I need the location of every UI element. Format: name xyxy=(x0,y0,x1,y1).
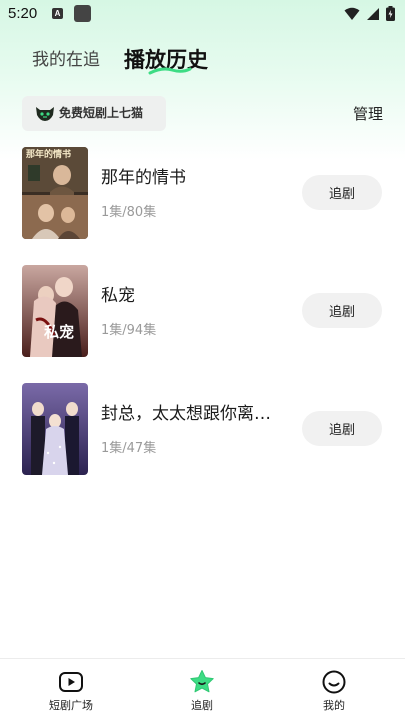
status-indicators xyxy=(344,6,395,21)
manage-button[interactable]: 管理 xyxy=(353,104,383,124)
bottom-navigation: 短剧广场 追剧 我的 xyxy=(0,658,405,721)
follow-drama-button[interactable]: 追剧 xyxy=(302,175,382,210)
nav-label: 短剧广场 xyxy=(49,699,93,712)
drama-cover[interactable]: 那年的情书 xyxy=(22,147,88,239)
smile-icon xyxy=(322,670,346,694)
nav-label: 我的 xyxy=(323,699,345,712)
episode-progress: 1集/94集 xyxy=(101,323,157,338)
notification-app-icon xyxy=(74,5,91,22)
cover-title: 私宠 xyxy=(44,323,75,341)
drama-title: 私宠 xyxy=(101,286,135,306)
active-tab-indicator xyxy=(148,67,192,75)
seven-cat-logo-icon xyxy=(36,107,54,121)
episode-progress: 1集/80集 xyxy=(101,205,157,220)
wifi-icon xyxy=(344,7,360,20)
battery-icon xyxy=(386,6,395,21)
follow-drama-button[interactable]: 追剧 xyxy=(302,293,382,328)
history-item[interactable]: 那年的情书 那年的情书 1集/80集 追剧 xyxy=(0,147,405,239)
cover-image xyxy=(22,383,88,475)
episode-progress: 1集/47集 xyxy=(101,441,157,456)
promo-text: 免费短剧上七猫 xyxy=(59,106,144,120)
tab-following[interactable]: 我的在追 xyxy=(32,46,100,74)
drama-cover[interactable]: 私宠 xyxy=(22,265,88,357)
history-item[interactable]: 私宠 私宠 1集/94集 追剧 xyxy=(0,265,405,357)
cover-title: 那年的情书 xyxy=(26,150,72,160)
promo-banner[interactable]: 免费短剧上七猫 xyxy=(22,96,166,131)
status-time: 5:20 xyxy=(8,5,38,22)
signal-icon xyxy=(367,7,379,20)
history-item[interactable]: 封总，太太想跟你离… 1集/47集 追剧 xyxy=(0,383,405,475)
nav-item-short-drama-plaza[interactable]: 短剧广场 xyxy=(26,659,116,721)
follow-drama-button[interactable]: 追剧 xyxy=(302,411,382,446)
nav-label: 追剧 xyxy=(191,699,213,712)
drama-title: 封总，太太想跟你离… xyxy=(101,404,271,424)
status-bar: 5:20 A xyxy=(0,0,405,28)
nav-item-follow-drama[interactable]: 追剧 xyxy=(157,659,247,721)
play-icon xyxy=(59,672,83,692)
cover-image xyxy=(22,265,88,357)
notification-a-icon: A xyxy=(52,8,63,19)
drama-cover[interactable] xyxy=(22,383,88,475)
nav-item-mine[interactable]: 我的 xyxy=(289,659,379,721)
star-icon xyxy=(190,670,214,693)
drama-title: 那年的情书 xyxy=(101,168,186,188)
